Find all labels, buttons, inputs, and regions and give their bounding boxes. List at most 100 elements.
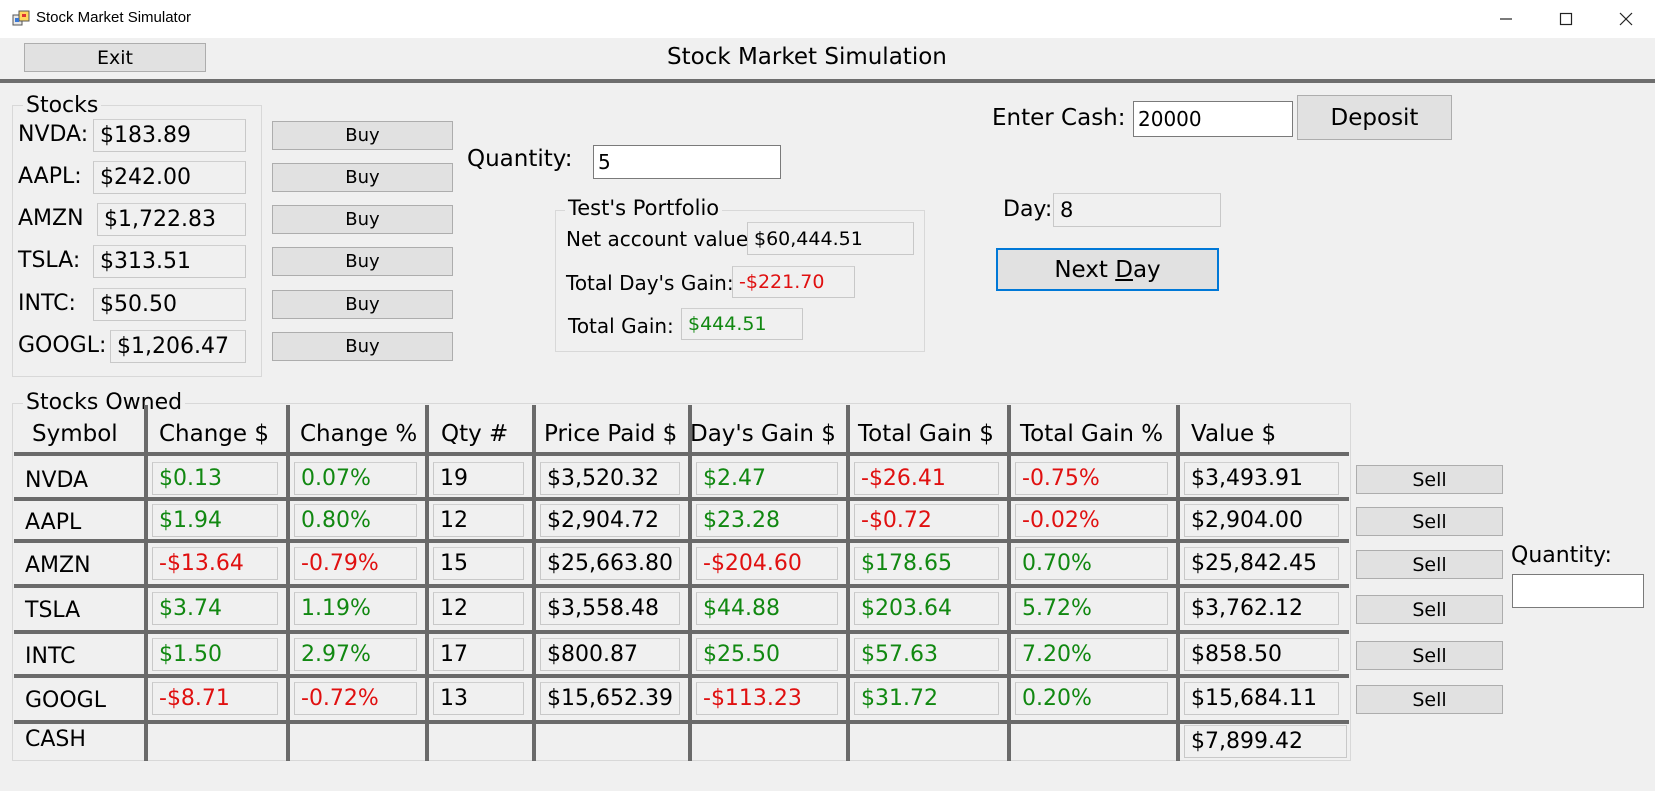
stock-price-field: $1,722.83 [97, 203, 246, 236]
total-gain-value: $444.51 [681, 308, 803, 340]
table-column-divider [532, 405, 536, 761]
buy-button[interactable]: Buy [272, 121, 453, 150]
sell-quantity-input[interactable] [1512, 574, 1644, 608]
owned-cell-value: $3,493.91 [1184, 462, 1339, 495]
app-icon [12, 10, 30, 28]
owned-symbol: AMZN [25, 553, 91, 578]
owned-cell-total-gain: $57.63 [854, 638, 999, 671]
table-row-divider [14, 720, 1349, 724]
stock-price-field: $1,206.47 [110, 330, 246, 363]
owned-cell-day-gain: $23.28 [696, 504, 838, 537]
window-title: Stock Market Simulator [36, 9, 192, 26]
table-header: Symbol [32, 421, 118, 447]
owned-cell-qty: 17 [433, 638, 524, 671]
owned-cell-day-gain: $25.50 [696, 638, 838, 671]
stock-price-field: $183.89 [93, 119, 246, 152]
owned-cell-qty: 15 [433, 547, 524, 580]
owned-cell-change-pct: 2.97% [294, 638, 417, 671]
owned-symbol: INTC [25, 644, 76, 669]
owned-cell-change-pct: 0.80% [294, 504, 417, 537]
buy-quantity-input[interactable]: 5 [593, 145, 781, 179]
owned-cell-qty: 13 [433, 682, 524, 715]
next-day-button[interactable]: Next Day [996, 248, 1219, 291]
owned-cell-paid: $800.87 [540, 638, 680, 671]
owned-cell-total-gain-pct: 0.20% [1015, 682, 1168, 715]
table-column-divider [688, 405, 692, 761]
table-header: Change % [300, 421, 418, 447]
owned-cell-total-gain-pct: -0.02% [1015, 504, 1168, 537]
owned-cell-paid: $15,652.39 [540, 682, 680, 715]
total-days-gain-label: Total Day's Gain: [566, 271, 734, 295]
minimize-icon[interactable] [1477, 0, 1535, 38]
portfolio-title: Test's Portfolio [565, 196, 723, 220]
buy-button[interactable]: Buy [272, 290, 453, 319]
owned-symbol: NVDA [25, 468, 89, 493]
owned-cell-change: -$8.71 [152, 682, 278, 715]
table-column-divider [1007, 405, 1011, 761]
owned-cell-total-gain: $178.65 [854, 547, 999, 580]
title-bar [0, 0, 1655, 38]
table-column-divider [286, 405, 290, 761]
owned-cell-change: $1.94 [152, 504, 278, 537]
owned-cell-total-gain: -$0.72 [854, 504, 999, 537]
buy-button[interactable]: Buy [272, 163, 453, 192]
header-divider [0, 79, 1655, 83]
owned-cell-value: $858.50 [1184, 638, 1339, 671]
table-column-divider [846, 405, 850, 761]
stock-symbol-label: TSLA: [18, 248, 81, 273]
buy-button[interactable]: Buy [272, 332, 453, 361]
table-header: Qty # [441, 421, 509, 447]
stock-symbol-label: GOOGL: [18, 333, 107, 358]
net-account-value: $60,444.51 [747, 222, 914, 255]
total-days-gain-value: -$221.70 [732, 266, 855, 298]
table-header: Day's Gain $ [690, 421, 836, 447]
enter-cash-label: Enter Cash: [992, 105, 1126, 131]
buy-button[interactable]: Buy [272, 247, 453, 276]
owned-cell-value: $15,684.11 [1184, 682, 1339, 715]
cash-row-value: $7,899.42 [1184, 725, 1347, 758]
sell-button[interactable]: Sell [1356, 595, 1503, 624]
next-day-label-post: ay [1132, 256, 1161, 283]
exit-button[interactable]: Exit [24, 43, 206, 72]
owned-cell-qty: 12 [433, 592, 524, 625]
close-icon[interactable] [1597, 0, 1655, 38]
table-row-divider [14, 452, 1349, 456]
owned-cell-value: $2,904.00 [1184, 504, 1339, 537]
sell-button[interactable]: Sell [1356, 641, 1503, 670]
owned-cell-paid: $3,558.48 [540, 592, 680, 625]
sell-button[interactable]: Sell [1356, 685, 1503, 714]
sell-button[interactable]: Sell [1356, 465, 1503, 494]
stock-symbol-label: NVDA: [18, 122, 89, 147]
owned-symbol: GOOGL [25, 688, 106, 713]
buy-button[interactable]: Buy [272, 205, 453, 234]
deposit-button[interactable]: Deposit [1297, 95, 1452, 140]
owned-cell-value: $25,842.45 [1184, 547, 1339, 580]
stock-price-field: $313.51 [93, 245, 246, 278]
stock-symbol-label: AAPL: [18, 164, 82, 189]
sell-button[interactable]: Sell [1356, 550, 1503, 579]
owned-symbol: TSLA [25, 598, 81, 623]
table-row-divider [14, 584, 1349, 588]
owned-cell-total-gain-pct: 7.20% [1015, 638, 1168, 671]
owned-cell-change: $0.13 [152, 462, 278, 495]
owned-cell-change-pct: -0.72% [294, 682, 417, 715]
cash-input[interactable]: 20000 [1133, 101, 1293, 137]
table-header: Total Gain $ [858, 421, 994, 447]
table-header: Value $ [1191, 421, 1277, 447]
owned-symbol: AAPL [25, 510, 82, 535]
maximize-icon[interactable] [1537, 0, 1595, 38]
day-value: 8 [1053, 193, 1221, 227]
owned-cell-change: $3.74 [152, 592, 278, 625]
net-account-value-label: Net account value: [566, 227, 755, 251]
day-label: Day: [1003, 197, 1053, 222]
owned-cell-change-pct: -0.79% [294, 547, 417, 580]
cash-row-label: CASH [25, 727, 86, 752]
table-row-divider [14, 674, 1349, 678]
sell-button[interactable]: Sell [1356, 507, 1503, 536]
stocks-owned-title: Stocks Owned [23, 390, 186, 415]
owned-cell-total-gain: $31.72 [854, 682, 999, 715]
owned-cell-day-gain: $44.88 [696, 592, 838, 625]
owned-cell-day-gain: -$113.23 [696, 682, 838, 715]
owned-cell-change: -$13.64 [152, 547, 278, 580]
owned-cell-total-gain-pct: 5.72% [1015, 592, 1168, 625]
